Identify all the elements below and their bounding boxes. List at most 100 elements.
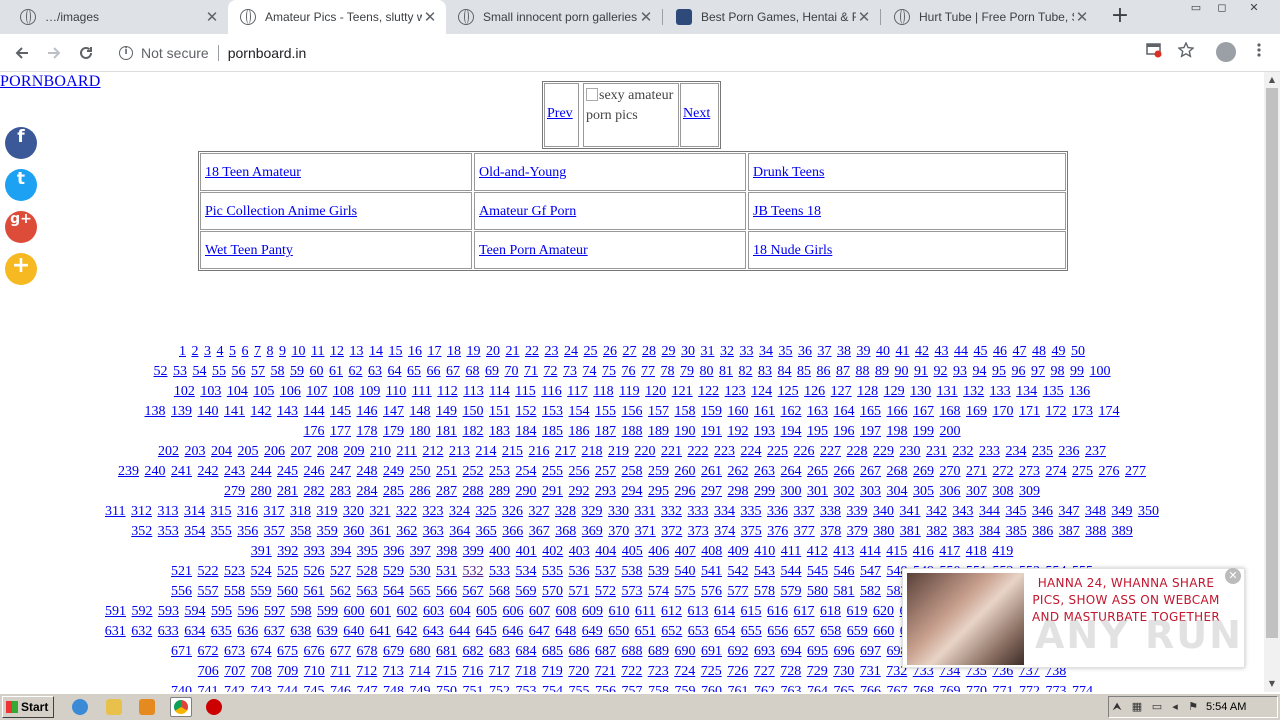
page-number-link[interactable]: 635	[211, 624, 232, 639]
page-number-link[interactable]: 755	[569, 684, 590, 692]
site-logo-link[interactable]: PORNBOARD	[0, 73, 101, 91]
page-number-link[interactable]: 99	[1070, 364, 1084, 379]
page-number-link[interactable]: 750	[436, 684, 457, 692]
page-number-link[interactable]: 146	[357, 404, 378, 419]
page-number-link[interactable]: 307	[966, 484, 987, 499]
page-number-link[interactable]: 522	[198, 564, 219, 579]
page-number-link[interactable]: 84	[778, 364, 792, 379]
page-number-link[interactable]: 176	[304, 424, 325, 439]
page-number-link[interactable]: 761	[728, 684, 749, 692]
page-number-link[interactable]: 654	[714, 624, 735, 639]
page-number-link[interactable]: 594	[185, 604, 206, 619]
page-number-link[interactable]: 210	[370, 444, 391, 459]
page-number-link[interactable]: 10	[292, 344, 306, 359]
page-number-link[interactable]: 546	[834, 564, 855, 579]
page-number-link[interactable]: 743	[251, 684, 272, 692]
page-number-link[interactable]: 45	[973, 344, 987, 359]
page-number-link[interactable]: 182	[463, 424, 484, 439]
page-number-link[interactable]: 87	[836, 364, 850, 379]
page-number-link[interactable]: 540	[675, 564, 696, 579]
page-number-link[interactable]: 205	[238, 444, 259, 459]
page-number-link[interactable]: 727	[754, 664, 775, 679]
page-number-link[interactable]: 742	[224, 684, 245, 692]
page-number-link[interactable]: 316	[237, 504, 258, 519]
page-number-link[interactable]: 748	[383, 684, 404, 692]
page-number-link[interactable]: 638	[290, 624, 311, 639]
page-number-link[interactable]: 58	[271, 364, 285, 379]
ad-photo[interactable]	[907, 573, 1024, 665]
page-number-link[interactable]: 268	[887, 464, 908, 479]
page-number-link[interactable]: 644	[449, 624, 470, 639]
url-text[interactable]: pornboard.in	[228, 45, 307, 61]
page-number-link[interactable]: 155	[595, 404, 616, 419]
page-number-link[interactable]: 225	[767, 444, 788, 459]
page-number-link[interactable]: 535	[542, 564, 563, 579]
page-number-link[interactable]: 309	[1019, 484, 1040, 499]
page-number-link[interactable]: 167	[913, 404, 934, 419]
gallery-link[interactable]: JB Teens 18	[753, 204, 821, 219]
page-number-link[interactable]: 762	[754, 684, 775, 692]
page-number-link[interactable]: 177	[330, 424, 351, 439]
page-number-link[interactable]: 568	[489, 584, 510, 599]
page-number-link[interactable]: 383	[953, 524, 974, 539]
page-number-link[interactable]: 730	[833, 664, 854, 679]
page-number-link[interactable]: 47	[1012, 344, 1026, 359]
page-number-link[interactable]: 122	[698, 384, 719, 399]
page-number-link[interactable]: 172	[1046, 404, 1067, 419]
page-number-link[interactable]: 124	[751, 384, 772, 399]
page-number-link[interactable]: 102	[174, 384, 195, 399]
page-number-link[interactable]: 574	[648, 584, 669, 599]
page-number-link[interactable]: 38	[837, 344, 851, 359]
page-number-link[interactable]: 86	[817, 364, 831, 379]
page-number-link[interactable]: 214	[475, 444, 496, 459]
page-number-link[interactable]: 69	[485, 364, 499, 379]
page-number-link[interactable]: 690	[675, 644, 696, 659]
page-number-link[interactable]: 345	[1005, 504, 1026, 519]
page-number-link[interactable]: 89	[875, 364, 889, 379]
page-number-link[interactable]: 290	[516, 484, 537, 499]
gallery-link[interactable]: 18 Teen Amateur	[205, 165, 301, 180]
page-number-link[interactable]: 22	[525, 344, 539, 359]
page-number-link[interactable]: 369	[582, 524, 603, 539]
page-number-link[interactable]: 264	[781, 464, 802, 479]
page-number-link[interactable]: 605	[476, 604, 497, 619]
page-number-link[interactable]: 634	[184, 624, 205, 639]
page-number-link[interactable]: 765	[834, 684, 855, 692]
page-number-link[interactable]: 98	[1051, 364, 1065, 379]
page-number-link[interactable]: 194	[781, 424, 802, 439]
page-number-link[interactable]: 190	[675, 424, 696, 439]
page-number-link[interactable]: 80	[700, 364, 714, 379]
page-number-link[interactable]: 15	[388, 344, 402, 359]
restore-button[interactable]: ◻	[1210, 0, 1234, 16]
page-number-link[interactable]: 331	[634, 504, 655, 519]
page-number-link[interactable]: 324	[449, 504, 470, 519]
page-number-link[interactable]: 653	[688, 624, 709, 639]
tab-porn-games[interactable]: Best Porn Games, Hentai & Free ✕	[664, 0, 880, 34]
page-number-link[interactable]: 642	[396, 624, 417, 639]
page-number-link[interactable]: 83	[758, 364, 772, 379]
page-number-link[interactable]: 607	[529, 604, 550, 619]
page-number-link[interactable]: 725	[701, 664, 722, 679]
reload-button[interactable]	[72, 39, 100, 67]
page-number-link[interactable]: 711	[330, 664, 350, 679]
page-number-link[interactable]: 144	[304, 404, 325, 419]
page-number-link[interactable]: 3	[204, 344, 211, 359]
profile-avatar-icon[interactable]	[1216, 42, 1236, 62]
page-number-link[interactable]: 180	[410, 424, 431, 439]
page-number-link[interactable]: 678	[357, 644, 378, 659]
page-number-link[interactable]: 685	[542, 644, 563, 659]
page-number-link[interactable]: 70	[505, 364, 519, 379]
page-number-link[interactable]: 136	[1069, 384, 1090, 399]
page-number-link[interactable]: 42	[915, 344, 929, 359]
page-number-link[interactable]: 718	[515, 664, 536, 679]
page-number-link[interactable]: 237	[1085, 444, 1106, 459]
page-number-link[interactable]: 272	[993, 464, 1014, 479]
page-number-link[interactable]: 242	[198, 464, 219, 479]
page-number-link[interactable]: 119	[619, 384, 639, 399]
page-number-link[interactable]: 90	[895, 364, 909, 379]
page-number-link[interactable]: 576	[701, 584, 722, 599]
page-number-link[interactable]: 326	[502, 504, 523, 519]
page-number-link[interactable]: 282	[304, 484, 325, 499]
page-number-link[interactable]: 620	[873, 604, 894, 619]
page-number-link[interactable]: 211	[397, 444, 417, 459]
